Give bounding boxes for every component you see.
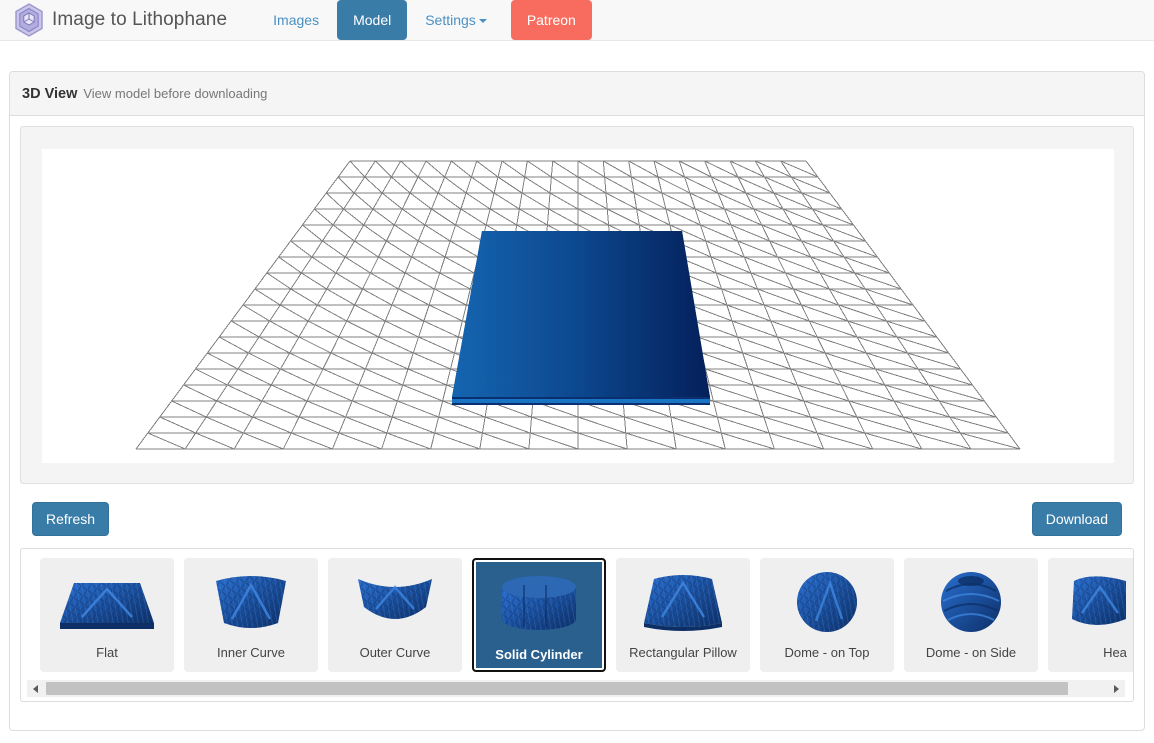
thumb-flat[interactable]: Flat [40, 558, 174, 672]
model-shape-gallery: Flat Inner Curve Outer Curve [20, 548, 1134, 702]
page-title: 3D View [22, 86, 77, 102]
brand[interactable]: Image to Lithophane [14, 0, 227, 40]
three-d-canvas[interactable] [42, 149, 1114, 463]
chevron-down-icon [479, 19, 487, 23]
three-d-scene [42, 149, 1114, 463]
scrollbar-track[interactable] [44, 681, 1108, 696]
thumb-inner-curve-label: Inner Curve [217, 645, 285, 661]
panel-body: Refresh Download Flat [10, 116, 1144, 712]
nav-link-model[interactable]: Model [337, 0, 407, 40]
thumb-dome-on-top-label: Dome - on Top [784, 645, 869, 661]
thumb-solid-cylinder-preview-icon [484, 563, 594, 645]
download-button[interactable]: Download [1032, 502, 1122, 536]
thumb-rectangular-pillow-preview-icon [628, 561, 738, 643]
chevron-right-icon[interactable] [1108, 680, 1125, 697]
thumb-inner-curve[interactable]: Inner Curve [184, 558, 318, 672]
top-navbar: Image to Lithophane Images Model Setting… [0, 0, 1154, 41]
thumb-rectangular-pillow-label: Rectangular Pillow [629, 645, 737, 661]
nav-link-settings[interactable]: Settings [411, 0, 501, 40]
action-row: Refresh Download [20, 502, 1134, 536]
thumb-dome-on-side-preview-icon [916, 561, 1026, 643]
thumb-inner-curve-preview-icon [196, 561, 306, 643]
thumb-outer-curve-label: Outer Curve [360, 645, 431, 661]
model-mesh [452, 231, 710, 405]
thumb-solid-cylinder[interactable]: Solid Cylinder [472, 558, 606, 672]
thumb-dome-on-top[interactable]: Dome - on Top [760, 558, 894, 672]
nav-items: Images Model Settings Patreon [259, 0, 592, 40]
refresh-button[interactable]: Refresh [32, 502, 109, 536]
thumb-rectangular-pillow[interactable]: Rectangular Pillow [616, 558, 750, 672]
nav-link-settings-label: Settings [425, 12, 476, 28]
thumb-dome-on-side[interactable]: Dome - on Side [904, 558, 1038, 672]
scrollbar-thumb[interactable] [46, 682, 1068, 695]
thumb-heart-preview-icon [1060, 561, 1134, 643]
brand-text: Image to Lithophane [52, 9, 227, 31]
thumb-dome-on-top-preview-icon [772, 561, 882, 643]
thumb-heart[interactable]: Hea [1048, 558, 1134, 672]
hexagon-cube-logo-icon [14, 3, 44, 37]
page-subtitle: View model before downloading [83, 86, 267, 101]
nav-link-images[interactable]: Images [259, 0, 333, 40]
thumb-flat-label: Flat [96, 645, 118, 661]
nav-link-patreon[interactable]: Patreon [511, 0, 592, 40]
panel-heading: 3D View View model before downloading [10, 72, 1144, 116]
chevron-left-icon[interactable] [27, 680, 44, 697]
thumb-dome-on-side-label: Dome - on Side [926, 645, 1016, 661]
model-panel: 3D View View model before downloading [9, 71, 1145, 731]
thumb-heart-label: Hea [1103, 645, 1127, 661]
gallery-scrollbar[interactable] [27, 680, 1125, 697]
thumb-outer-curve-preview-icon [340, 561, 450, 643]
gallery-strip: Flat Inner Curve Outer Curve [21, 549, 1134, 672]
thumb-outer-curve[interactable]: Outer Curve [328, 558, 462, 672]
thumb-solid-cylinder-label: Solid Cylinder [495, 647, 582, 663]
thumb-flat-preview-icon [52, 561, 162, 643]
viewport-frame [20, 126, 1134, 484]
